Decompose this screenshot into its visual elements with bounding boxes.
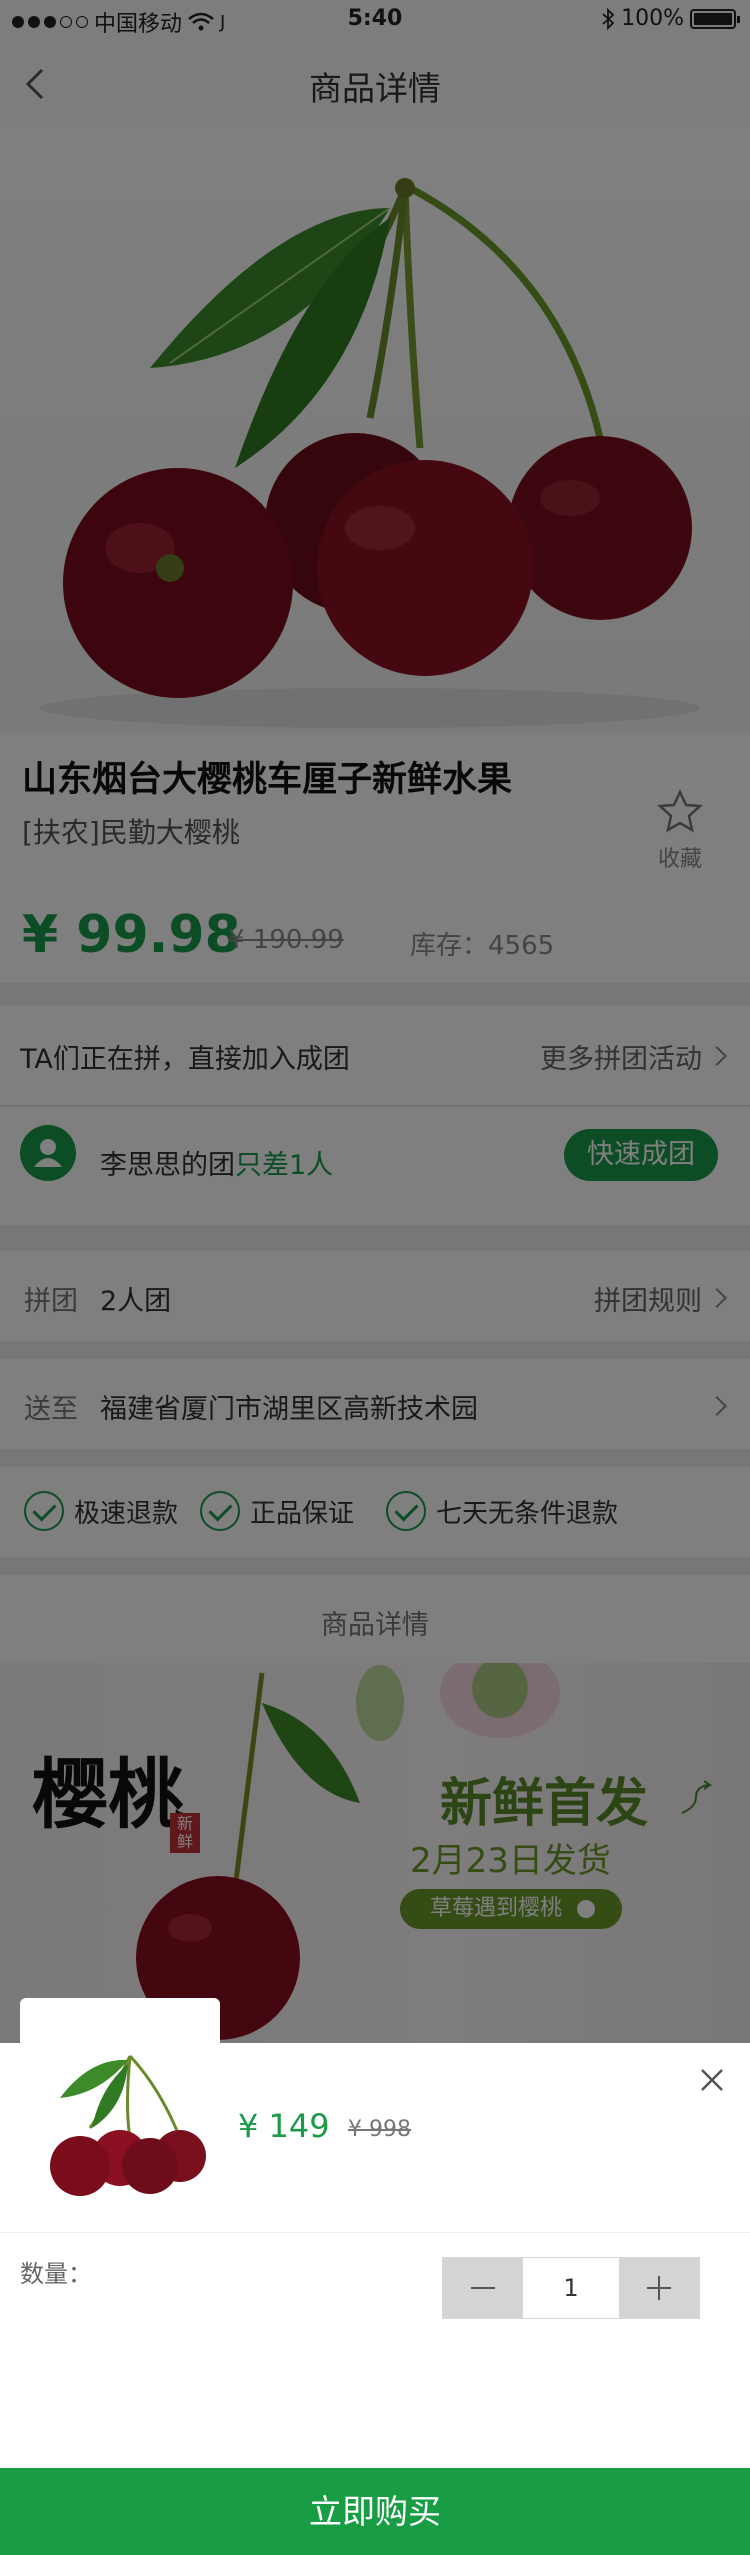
- sheet-divider: [0, 2232, 750, 2233]
- sheet-original-price: ¥ 998: [348, 2117, 411, 2142]
- quantity-value[interactable]: 1: [523, 2258, 619, 2318]
- thumb-cherries: [50, 2054, 206, 2196]
- close-icon[interactable]: [696, 2064, 728, 2096]
- sheet-price: ¥ 149: [238, 2107, 330, 2145]
- plus-icon[interactable]: [619, 2258, 699, 2318]
- sheet-product-thumbnail: [20, 1998, 220, 2198]
- minus-icon[interactable]: [443, 2258, 523, 2318]
- buy-now-button[interactable]: 立即购买: [0, 2468, 750, 2555]
- quantity-stepper: 1: [442, 2257, 700, 2319]
- quantity-label: 数量：: [20, 2260, 92, 2288]
- product-detail-page: 中国移动 J 5:40 100% 商品详情: [0, 0, 750, 2555]
